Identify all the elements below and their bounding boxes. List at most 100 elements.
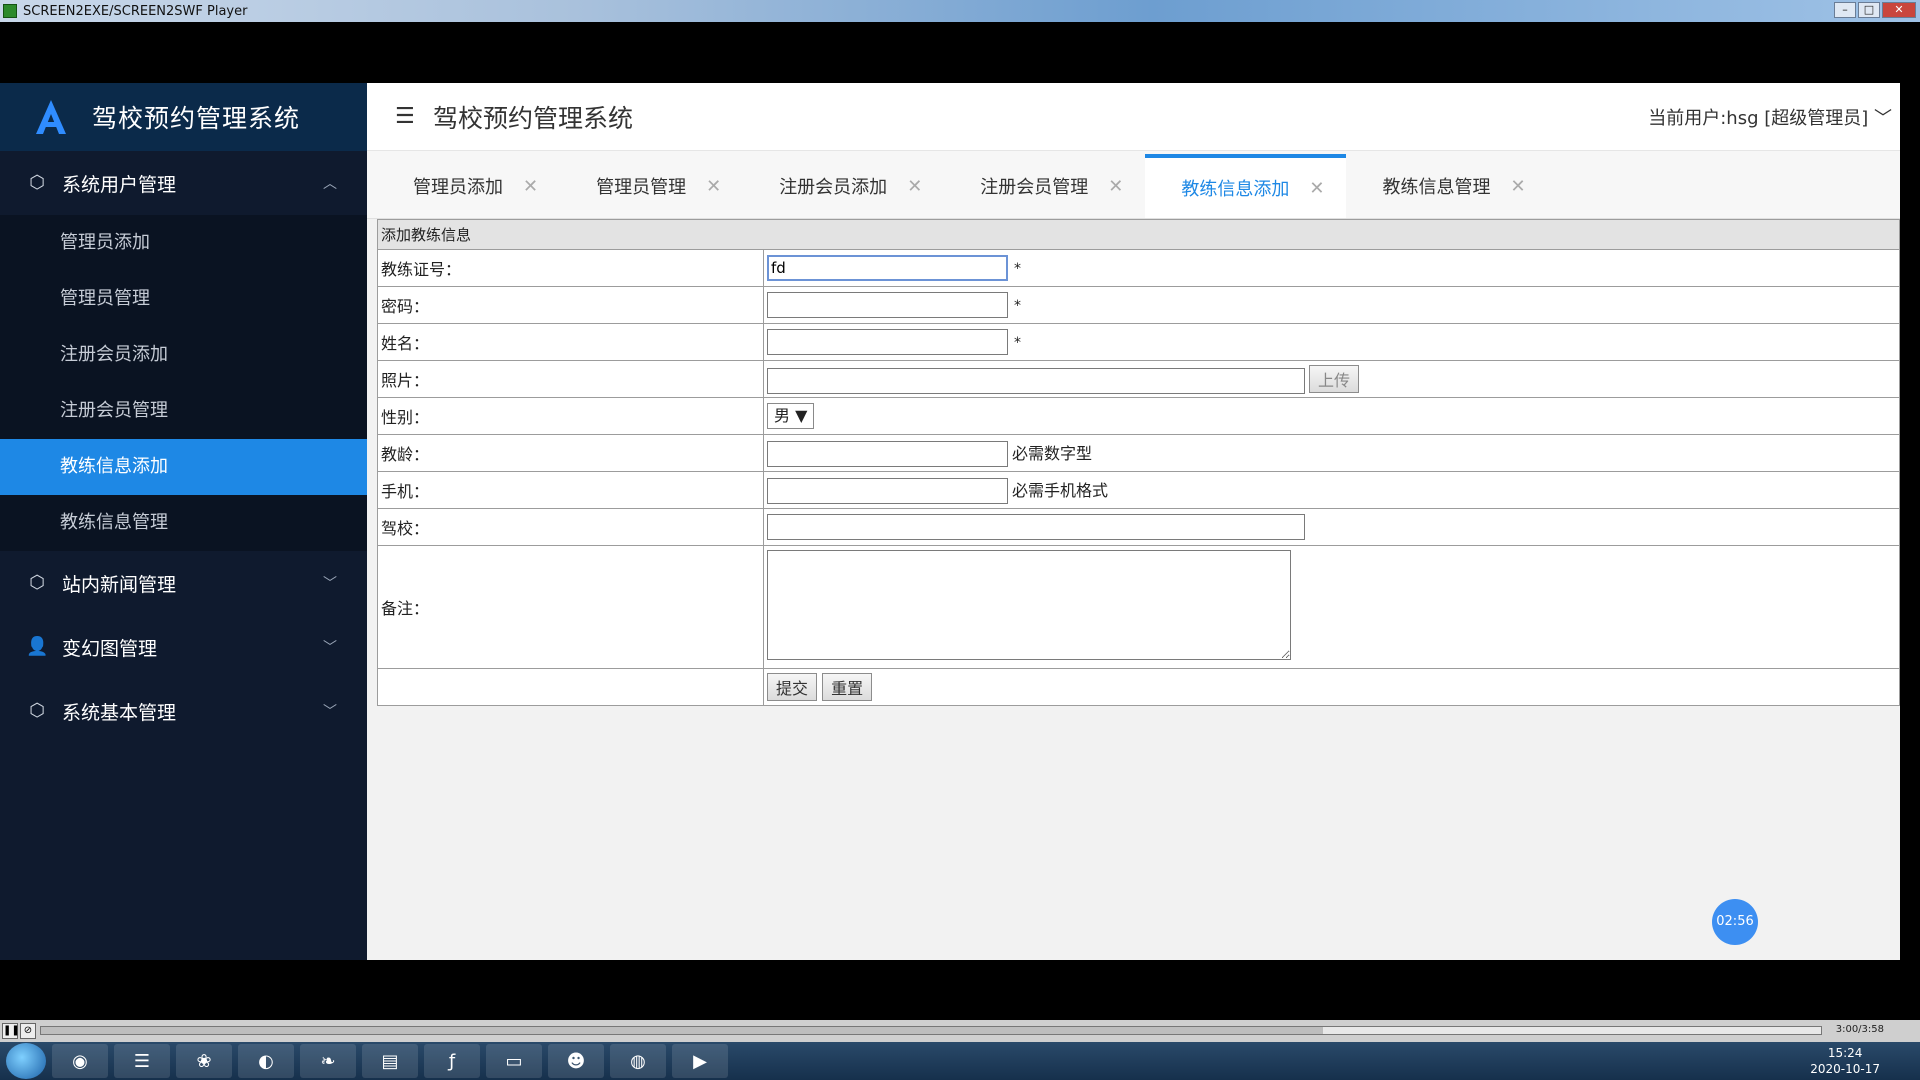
- user-icon: 👤: [26, 636, 49, 657]
- cube-icon: ⬡: [29, 572, 45, 593]
- sidebar-item-member-manage[interactable]: 注册会员管理: [0, 383, 367, 439]
- topbar: ☰ 驾校预约管理系统 当前用户:hsg [超级管理员] ﹀: [367, 83, 1900, 151]
- start-button[interactable]: [6, 1043, 46, 1079]
- tab-member-add[interactable]: 注册会员添加 ✕: [743, 154, 944, 218]
- menu-group-slides[interactable]: 👤 变幻图管理 ﹀: [0, 615, 367, 679]
- close-icon[interactable]: ✕: [1108, 176, 1123, 197]
- name-label: 姓名：: [377, 323, 764, 361]
- dropdown-arrow-icon: ▼: [795, 406, 808, 425]
- menu-toggle-icon[interactable]: ☰: [395, 105, 419, 128]
- close-icon[interactable]: ✕: [1309, 178, 1324, 199]
- current-user-menu[interactable]: 当前用户:hsg [超级管理员] ﹀: [1648, 104, 1892, 130]
- clock-date: 2020-10-17: [1810, 1062, 1880, 1076]
- photo-input[interactable]: [767, 367, 1305, 394]
- tab-coach-manage[interactable]: 教练信息管理 ✕: [1346, 154, 1547, 218]
- menu-group-label: 系统基本管理: [62, 701, 177, 724]
- age-label: 教龄：: [377, 434, 764, 472]
- player-title: SCREEN2EXE/SCREEN2SWF Player: [23, 3, 248, 19]
- chrome-icon[interactable]: ◉: [52, 1044, 108, 1078]
- chevron-down-icon: ﹀: [1874, 107, 1892, 129]
- school-label: 驾校：: [377, 508, 764, 546]
- tab-admin-manage[interactable]: 管理员管理 ✕: [560, 154, 743, 218]
- playback-progress[interactable]: [40, 1026, 1822, 1035]
- recording-timer-badge[interactable]: 02:56: [1712, 899, 1758, 945]
- close-button[interactable]: ✕: [1882, 2, 1916, 18]
- maximize-button[interactable]: □: [1858, 2, 1880, 18]
- tab-bar: 管理员添加 ✕ 管理员管理 ✕ 注册会员添加 ✕ 注册会员管理 ✕ 教练信息添加 ✕ 教练…: [367, 151, 1900, 219]
- age-input[interactable]: [767, 440, 1008, 467]
- system-clock[interactable]: 15:24 2020-10-17: [1810, 1045, 1880, 1077]
- app-window: 驾校预约管理系统 ⬡ 系统用户管理 ︿ 管理员添加 管理员管理 注册会员添加 注…: [0, 83, 1900, 960]
- school-input[interactable]: [767, 514, 1305, 540]
- logo-row: 驾校预约管理系统: [0, 83, 367, 151]
- screen-recorder-icon[interactable]: ▶: [672, 1044, 728, 1078]
- playback-progress-fill: [41, 1027, 1323, 1034]
- name-input[interactable]: [767, 329, 1008, 355]
- phone-input[interactable]: [767, 477, 1008, 504]
- tab-admin-add[interactable]: 管理员添加 ✕: [377, 154, 560, 218]
- remark-textarea[interactable]: [767, 550, 1291, 660]
- close-icon[interactable]: ✕: [523, 176, 538, 197]
- green-leaf-app-icon[interactable]: ❧: [300, 1044, 356, 1078]
- reset-button[interactable]: 重置: [822, 673, 873, 701]
- chevron-down-icon: ﹀: [323, 640, 337, 656]
- eclipse-icon[interactable]: ☰: [114, 1044, 170, 1078]
- wechat-icon[interactable]: ◍: [610, 1044, 666, 1078]
- qq-browser-icon[interactable]: ◐: [238, 1044, 294, 1078]
- tab-label: 教练信息添加: [1181, 179, 1290, 200]
- qq-icon[interactable]: ☻: [548, 1044, 604, 1078]
- window-controls: – □ ✕: [1834, 2, 1916, 18]
- baidu-netdisk-icon[interactable]: ❀: [176, 1044, 232, 1078]
- tab-label: 管理员添加: [413, 177, 503, 198]
- tab-label: 注册会员添加: [779, 177, 888, 198]
- submit-button[interactable]: 提交: [767, 673, 818, 701]
- close-icon[interactable]: ✕: [706, 176, 721, 197]
- tab-coach-add[interactable]: 教练信息添加 ✕: [1145, 154, 1347, 218]
- required-mark: *: [1014, 261, 1021, 277]
- menu-group-system-users[interactable]: ⬡ 系统用户管理 ︿: [0, 151, 367, 215]
- gender-label: 性别：: [377, 397, 764, 435]
- player-app-icon: [3, 4, 17, 18]
- coach-form: 添加教练信息 教练证号： * 密码： * 姓名： * 照片： 上传: [377, 219, 1900, 706]
- flash-icon[interactable]: ƒ: [424, 1044, 480, 1078]
- chevron-down-icon: ﹀: [323, 576, 337, 592]
- chevron-down-icon: ﹀: [323, 704, 337, 720]
- menu-group-label: 变幻图管理: [62, 637, 158, 660]
- menu-group-label: 系统用户管理: [62, 173, 177, 196]
- main-panel: ☰ 驾校预约管理系统 当前用户:hsg [超级管理员] ﹀ 管理员添加 ✕ 管理员…: [367, 83, 1900, 960]
- cube-icon: ⬡: [29, 172, 45, 193]
- phone-hint: 必需手机格式: [1012, 480, 1109, 500]
- sidebar-item-coach-manage[interactable]: 教练信息管理: [0, 495, 367, 551]
- password-input[interactable]: [767, 292, 1008, 318]
- upload-button[interactable]: 上传: [1309, 364, 1360, 393]
- sidebar-item-admin-add[interactable]: 管理员添加: [0, 215, 367, 271]
- tab-label: 管理员管理: [596, 177, 687, 198]
- sidebar-item-coach-add[interactable]: 教练信息添加: [0, 439, 367, 495]
- close-icon[interactable]: ✕: [907, 176, 922, 197]
- player-titlebar: SCREEN2EXE/SCREEN2SWF Player – □ ✕: [0, 0, 1920, 22]
- sidebar-item-member-add[interactable]: 注册会员添加: [0, 327, 367, 383]
- player-control-bar: ❚❚ ⊘ 3:00/3:58: [0, 1020, 1920, 1042]
- menu-group-basic[interactable]: ⬡ 系统基本管理 ﹀: [0, 679, 367, 743]
- coach-no-input[interactable]: [767, 255, 1008, 281]
- sidebar-item-admin-manage[interactable]: 管理员管理: [0, 271, 367, 327]
- coach-no-label: 教练证号：: [377, 249, 764, 287]
- pause-button[interactable]: ❚❚: [2, 1023, 20, 1039]
- form-heading: 添加教练信息: [377, 219, 1900, 250]
- phone-label: 手机：: [377, 471, 764, 509]
- logo-icon: [34, 98, 68, 136]
- gender-select[interactable]: 男 ▼: [767, 403, 815, 429]
- close-icon[interactable]: ✕: [1510, 176, 1525, 197]
- file-explorer-icon[interactable]: ▭: [486, 1044, 542, 1078]
- page-title: 驾校预约管理系统: [433, 103, 634, 133]
- notepad-icon[interactable]: ▤: [362, 1044, 418, 1078]
- submenu-system-users: 管理员添加 管理员管理 注册会员添加 注册会员管理 教练信息添加 教练信息管理: [0, 215, 367, 551]
- stop-button[interactable]: ⊘: [20, 1023, 36, 1039]
- gender-value: 男: [774, 406, 791, 425]
- taskbar: ◉ ☰ ❀ ◐ ❧ ▤ ƒ ▭ ☻ ◍ ▶ 15:24 2020-10-17: [0, 1042, 1920, 1080]
- menu-group-news[interactable]: ⬡ 站内新闻管理 ﹀: [0, 551, 367, 615]
- remark-label: 备注：: [377, 545, 764, 669]
- required-mark: *: [1014, 335, 1021, 351]
- tab-member-manage[interactable]: 注册会员管理 ✕: [944, 154, 1145, 218]
- minimize-button[interactable]: –: [1834, 2, 1856, 18]
